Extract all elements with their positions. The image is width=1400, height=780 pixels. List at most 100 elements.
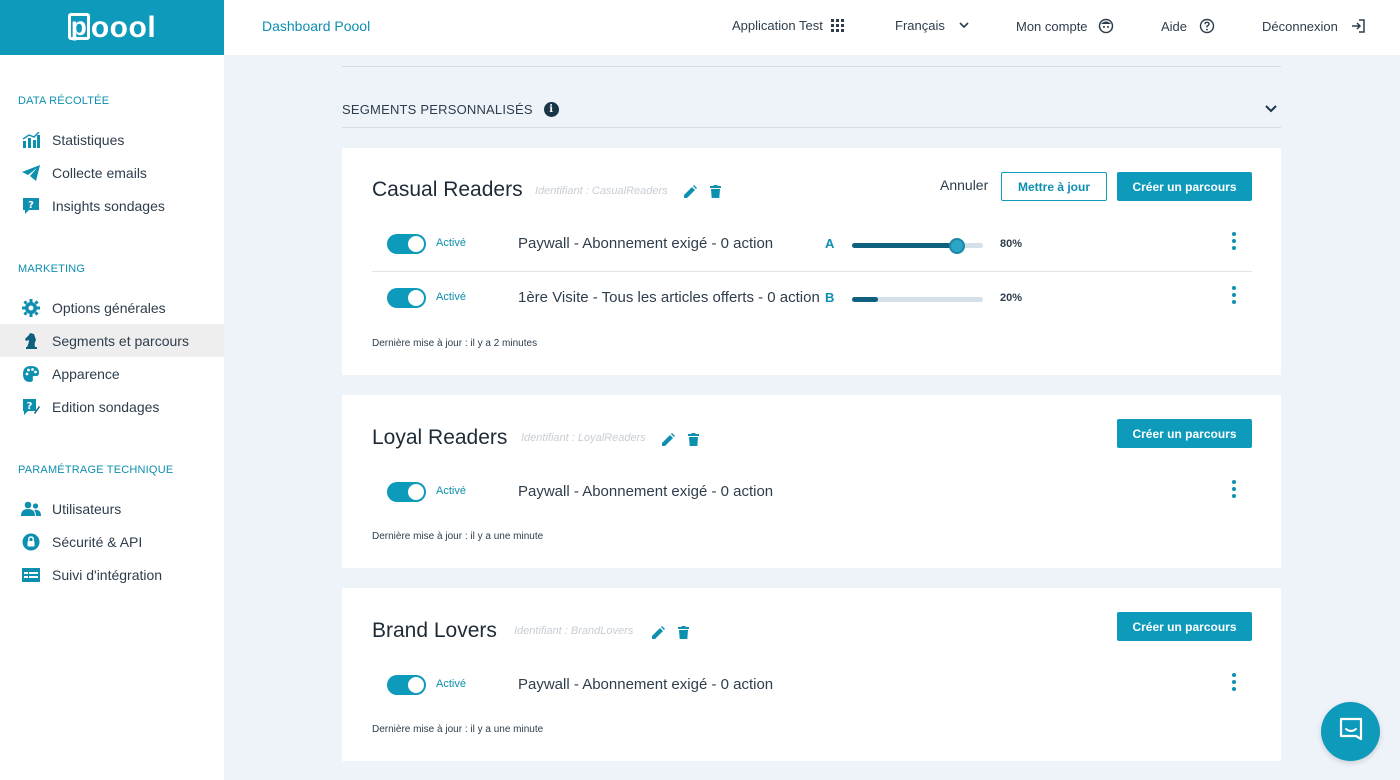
create-journey-button[interactable]: Créer un parcours	[1117, 612, 1252, 641]
logo[interactable]: p oool	[0, 0, 224, 55]
split-percent: 20%	[1000, 292, 1023, 304]
segments-header[interactable]: SEGMENTS PERSONNALISÉS i	[342, 98, 1281, 120]
logo-text: oool	[90, 10, 157, 44]
segment-title: Loyal Readers	[372, 426, 508, 449]
sidebar-item-securite-api[interactable]: Sécurité & API	[0, 525, 224, 558]
active-toggle[interactable]	[387, 234, 426, 254]
active-toggle[interactable]	[387, 288, 426, 308]
sidebar-item-label: Segments et parcours	[52, 332, 189, 349]
face-icon	[1098, 18, 1114, 34]
sidebar-item-statistiques[interactable]: Statistiques	[0, 123, 224, 156]
split-slider-fill	[852, 297, 879, 302]
variant-letter: B	[825, 290, 835, 305]
trash-icon[interactable]	[688, 433, 699, 451]
logout-label: Déconnexion	[1262, 18, 1338, 34]
sidebar-section-title: PARAMÉTRAGE TECHNIQUE	[18, 464, 174, 476]
create-journey-button[interactable]: Créer un parcours	[1117, 172, 1252, 201]
segment-card: Casual Readers Identifiant : CasualReade…	[342, 148, 1281, 375]
segment-identifier: Identifiant : LoyalReaders	[521, 432, 646, 444]
app-switcher-label: Application Test	[732, 18, 823, 33]
chevron-down-icon[interactable]	[1265, 101, 1277, 116]
question-bubble-icon: ?	[21, 196, 41, 216]
sidebar-item-label: Insights sondages	[52, 197, 165, 214]
help-circle-icon	[1199, 18, 1215, 34]
more-options-icon[interactable]	[1230, 284, 1238, 306]
sidebar-item-options-generales[interactable]: Options générales	[0, 291, 224, 324]
svg-text:?: ?	[28, 200, 34, 211]
last-updated: Dernière mise à jour : il y a une minute	[372, 531, 544, 542]
app-switcher[interactable]: Application Test	[732, 18, 844, 33]
sidebar-item-insights-sondages[interactable]: ? Insights sondages	[0, 189, 224, 222]
sidebar-item-label: Suivi d'intégration	[52, 566, 163, 583]
segment-identifier: Identifiant : CasualReaders	[535, 185, 668, 197]
journey-name[interactable]: Paywall - Abonnement exigé - 0 action	[518, 483, 773, 500]
sidebar-section-title: DATA RÉCOLTÉE	[18, 95, 110, 107]
toggle-status: Activé	[436, 291, 466, 303]
chat-bubble-icon	[1338, 716, 1364, 747]
update-button[interactable]: Mettre à jour	[1001, 172, 1107, 201]
more-options-icon[interactable]	[1230, 230, 1238, 252]
journey-row: Activé Paywall - Abonnement exigé - 0 ac…	[372, 480, 1252, 504]
sidebar-item-label: Collecte emails	[52, 164, 147, 181]
journey-name[interactable]: Paywall - Abonnement exigé - 0 action	[518, 676, 773, 693]
divider	[342, 66, 1281, 67]
cancel-button[interactable]: Annuler	[940, 177, 988, 193]
svg-text:?: ?	[27, 401, 33, 412]
active-toggle[interactable]	[387, 675, 426, 695]
checklist-icon	[21, 565, 41, 585]
split-percent: 80%	[1000, 238, 1023, 250]
create-journey-button[interactable]: Créer un parcours	[1117, 419, 1252, 448]
segment-card: Brand Lovers Identifiant : BrandLovers C…	[342, 588, 1281, 761]
sidebar-item-suivi-integration[interactable]: Suivi d'intégration	[0, 558, 224, 591]
sidebar-item-label: Sécurité & API	[52, 533, 143, 550]
pencil-icon[interactable]	[684, 185, 697, 203]
chat-launcher-button[interactable]	[1321, 702, 1380, 761]
info-icon[interactable]: i	[543, 101, 559, 117]
segment-card: Loyal Readers Identifiant : LoyalReaders…	[342, 395, 1281, 568]
toggle-status: Activé	[436, 237, 466, 249]
grid-icon	[830, 19, 844, 32]
toggle-status: Activé	[436, 678, 466, 690]
active-toggle[interactable]	[387, 482, 426, 502]
dashboard-title[interactable]: Dashboard Poool	[262, 18, 370, 34]
language-label: Français	[895, 18, 945, 33]
help-link[interactable]: Aide	[1161, 18, 1215, 34]
language-select[interactable]: Français	[895, 18, 969, 33]
segment-title: Casual Readers	[372, 178, 523, 201]
split-slider[interactable]	[852, 238, 983, 254]
pencil-icon[interactable]	[652, 626, 665, 644]
split-slider-handle[interactable]	[948, 238, 965, 254]
toggle-status: Activé	[436, 485, 466, 497]
sidebar-item-utilisateurs[interactable]: Utilisateurs	[0, 492, 224, 525]
journey-row: Activé 1ère Visite - Tous les articles o…	[372, 286, 1252, 310]
account-menu[interactable]: Mon compte	[1016, 18, 1114, 34]
more-options-icon[interactable]	[1230, 478, 1238, 500]
segments-header-title: SEGMENTS PERSONNALISÉS	[342, 101, 533, 117]
sidebar-item-apparence[interactable]: Apparence	[0, 357, 224, 390]
logout-link[interactable]: Déconnexion	[1262, 18, 1366, 34]
sidebar-item-segments-et-parcours[interactable]: Segments et parcours	[0, 324, 224, 357]
journey-name[interactable]: Paywall - Abonnement exigé - 0 action	[518, 235, 773, 252]
more-options-icon[interactable]	[1230, 671, 1238, 693]
segment-title: Brand Lovers	[372, 619, 497, 642]
sidebar-item-label: Options générales	[52, 299, 166, 316]
journey-name[interactable]: 1ère Visite - Tous les articles offerts …	[518, 289, 820, 306]
users-icon	[21, 499, 41, 519]
bar-chart-icon	[21, 130, 41, 150]
last-updated: Dernière mise à jour : il y a 2 minutes	[372, 338, 538, 349]
journey-row: Activé Paywall - Abonnement exigé - 0 ac…	[372, 232, 1252, 256]
pencil-icon[interactable]	[662, 433, 675, 451]
trash-icon[interactable]	[710, 185, 721, 203]
journey-row: Activé Paywall - Abonnement exigé - 0 ac…	[372, 673, 1252, 697]
split-slider-fill	[852, 243, 957, 248]
row-divider	[372, 271, 1252, 272]
sidebar-item-label: Edition sondages	[52, 398, 160, 415]
sidebar-item-collecte-emails[interactable]: Collecte emails	[0, 156, 224, 189]
split-slider[interactable]	[852, 297, 983, 302]
trash-icon[interactable]	[678, 626, 689, 644]
sidebar: DATA RÉCOLTÉE Statistiques Collecte emai…	[0, 55, 224, 780]
help-label: Aide	[1161, 18, 1188, 34]
sidebar-item-edition-sondages[interactable]: ? Edition sondages	[0, 390, 224, 423]
sidebar-item-label: Apparence	[52, 365, 120, 382]
top-bar: p oool Dashboard Poool Application Test F…	[0, 0, 1400, 55]
